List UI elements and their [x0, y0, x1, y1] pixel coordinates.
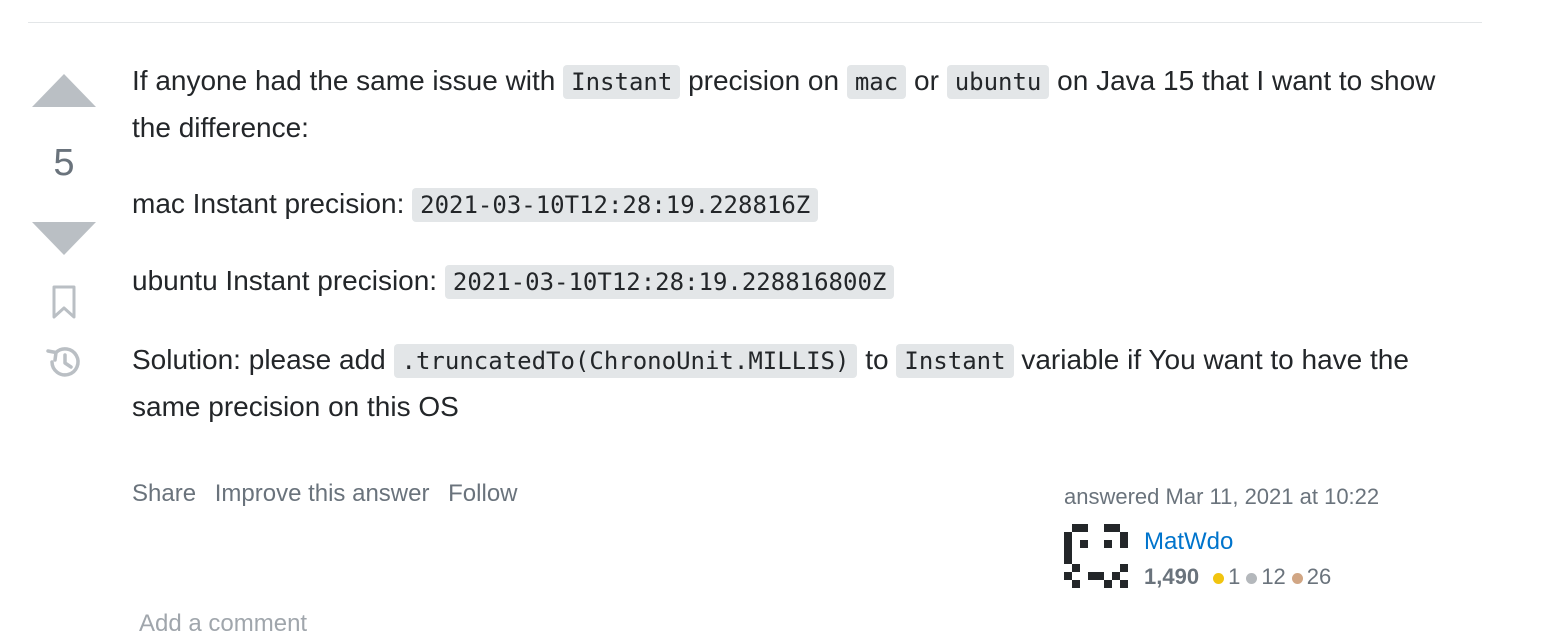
- identicon-avatar[interactable]: [1064, 524, 1128, 588]
- bookmark-icon[interactable]: [50, 284, 78, 320]
- answer-paragraph-4: Solution: please add .truncatedTo(Chrono…: [132, 344, 1409, 422]
- gold-badge-count: 1: [1228, 564, 1241, 589]
- bronze-badge-icon: [1291, 572, 1303, 584]
- improve-answer-link[interactable]: Improve this answer: [215, 480, 430, 507]
- user-reputation: 1,490 1 12 26: [1144, 564, 1331, 590]
- bronze-badge-count: 26: [1306, 564, 1332, 589]
- inline-code: Instant: [563, 65, 681, 99]
- history-icon[interactable]: [44, 342, 84, 382]
- inline-code: ubuntu: [946, 65, 1050, 99]
- answer-paragraph-2: mac Instant precision: 2021-03-10T12:28:…: [132, 181, 819, 228]
- inline-code: 2021-03-10T12:28:19.228816Z: [412, 188, 819, 222]
- add-comment-link[interactable]: Add a comment: [139, 610, 307, 638]
- share-link[interactable]: Share: [132, 480, 196, 507]
- top-divider: [28, 22, 1482, 23]
- vote-score: 5: [53, 142, 75, 184]
- answered-timestamp: answered Mar 11, 2021 at 10:22: [1064, 484, 1380, 509]
- answer-body: If anyone had the same issue with Instan…: [132, 58, 1452, 422]
- inline-code: Instant: [896, 344, 1014, 378]
- answer-paragraph-3: ubuntu Instant precision: 2021-03-10T12:…: [132, 258, 895, 305]
- upvote-arrow-icon[interactable]: [32, 74, 96, 107]
- silver-badge-icon: [1246, 572, 1258, 584]
- answer-paragraph-1: If anyone had the same issue with Instan…: [132, 65, 1436, 143]
- inline-code: .truncatedTo(ChronoUnit.MILLIS): [393, 344, 858, 378]
- inline-code: 2021-03-10T12:28:19.228816800Z: [444, 265, 895, 299]
- user-name-link[interactable]: MatWdo: [1144, 528, 1233, 556]
- downvote-arrow-icon[interactable]: [32, 222, 96, 255]
- silver-badge-count: 12: [1261, 564, 1286, 589]
- follow-link[interactable]: Follow: [448, 480, 517, 507]
- reputation-score: 1,490: [1144, 564, 1200, 589]
- gold-badge-icon: [1213, 572, 1225, 584]
- user-card: answered Mar 11, 2021 at 10:22 MatWdo 1,…: [1064, 484, 1444, 589]
- inline-code: mac: [846, 65, 907, 99]
- post-menu: Share Improve this answer Follow: [132, 480, 530, 508]
